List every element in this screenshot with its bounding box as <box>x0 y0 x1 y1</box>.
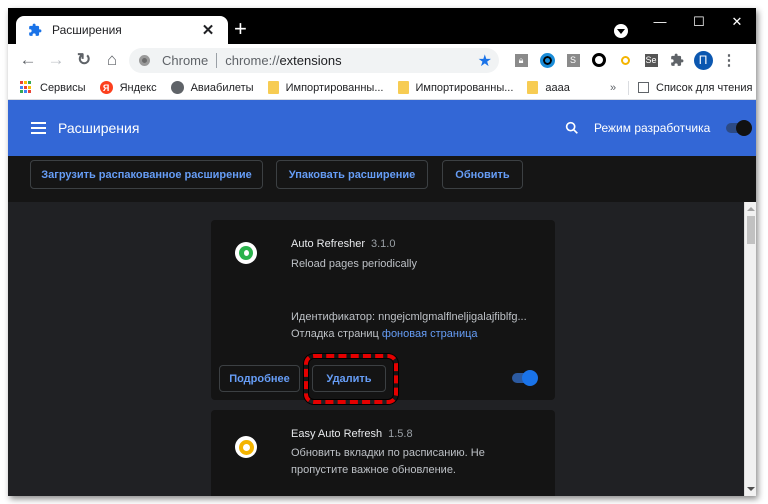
omnibox-scheme: chrome:// <box>225 53 280 68</box>
bookmark-star-icon[interactable]: ★ <box>478 51 492 71</box>
menu-button[interactable]: ⋮ <box>716 44 742 76</box>
omnibox-path: extensions <box>279 53 342 68</box>
minimize-button[interactable]: — <box>645 12 675 32</box>
lock-icon[interactable]: 🔒︎ <box>508 44 534 76</box>
extensions-list: Auto Refresher 3.1.0 Reload pages periodi… <box>8 202 744 496</box>
folder-icon <box>397 81 409 94</box>
action-bar: Загрузить распакованное расширение Упако… <box>8 156 756 202</box>
search-icon[interactable] <box>564 120 580 136</box>
tab-title: Расширения <box>52 23 122 37</box>
extension-id: Идентификатор: nngejcmlgmalflneljigalajf… <box>291 311 527 323</box>
ring-icon[interactable] <box>586 44 612 76</box>
bookmark-label: аааа <box>545 81 570 94</box>
bookmark-label: Яндекс <box>119 81 157 94</box>
pack-extension-button[interactable]: Упаковать расширение <box>276 160 428 189</box>
extension-description: Обновить вкладки по расписанию. Не пропу… <box>291 447 485 476</box>
bookmark-label: Импортированны... <box>415 81 514 94</box>
apps-icon <box>20 81 33 94</box>
bookmark-label: Авиабилеты <box>190 81 254 94</box>
address-bar[interactable]: Chrome chrome://extensions ★ <box>129 48 499 73</box>
new-tab-button[interactable]: + <box>234 18 247 40</box>
yellow-ring-icon[interactable] <box>612 44 638 76</box>
puzzle-icon <box>29 23 42 36</box>
forward-button[interactable]: → <box>42 46 70 74</box>
extension-version: 3.1.0 <box>370 238 396 250</box>
easy-auto-refresh-logo-icon <box>235 436 257 458</box>
scrollbar-thumb[interactable] <box>747 216 755 244</box>
extension-icons: 🔒︎ S Se П ⋮ <box>508 44 742 76</box>
extension-name: Easy Auto Refresh 1.5.8 <box>291 428 413 440</box>
developer-mode-label: Режим разработчика <box>594 121 711 135</box>
extension-card-auto-refresher: Auto Refresher 3.1.0 Reload pages periodi… <box>211 220 555 404</box>
bookmark-folder-aaaa[interactable]: аааа <box>527 81 570 94</box>
extensions-puzzle-icon[interactable] <box>664 44 690 76</box>
bookmark-folder-imported-1[interactable]: Импортированны... <box>267 81 384 94</box>
details-button[interactable]: Подробнее <box>219 365 300 392</box>
tab-close-icon[interactable]: ✕ <box>198 21 218 39</box>
tab-search-icon[interactable] <box>614 24 628 38</box>
bookmark-label: Импортированны... <box>285 81 384 94</box>
extension-card-easy-auto-refresh: Easy Auto Refresh 1.5.8 Обновить вкладки … <box>211 410 555 496</box>
highlight-annotation <box>304 354 398 404</box>
globe-icon <box>170 81 184 94</box>
page-title: Расширения <box>58 120 140 136</box>
profile-avatar[interactable]: П <box>690 44 716 76</box>
browser-toolbar: ← → ↻ ⌂ Chrome chrome://extensions ★ 🔒︎ … <box>8 44 756 76</box>
scroll-up-icon[interactable] <box>747 207 755 211</box>
s-icon[interactable]: S <box>560 44 586 76</box>
bookmark-label: Сервисы <box>40 81 86 94</box>
reading-list-button[interactable]: Список для чтения <box>638 82 752 94</box>
bookmarks-bar: Сервисы Я Яндекс Авиабилеты Импортирован… <box>8 76 756 100</box>
folder-icon <box>267 81 279 94</box>
yandex-icon: Я <box>99 81 113 94</box>
inspect-views: Отладка страниц фоновая страница <box>291 328 478 340</box>
vertical-scrollbar[interactable] <box>744 202 756 496</box>
menu-icon[interactable] <box>31 122 46 134</box>
maximize-button[interactable]: ☐ <box>684 12 714 32</box>
reading-list-icon <box>638 82 649 93</box>
scroll-down-icon[interactable] <box>747 487 755 491</box>
clock-icon[interactable] <box>534 44 560 76</box>
bookmark-avia[interactable]: Авиабилеты <box>170 81 254 94</box>
omnibox-label: Chrome <box>162 53 209 68</box>
bookmarks-overflow-button[interactable]: » <box>610 82 616 94</box>
reading-list-label: Список для чтения <box>656 81 753 94</box>
update-button[interactable]: Обновить <box>442 160 523 189</box>
background-page-link[interactable]: фоновая страница <box>382 328 478 340</box>
extension-version: 1.5.8 <box>388 428 413 440</box>
extensions-header: Расширения Режим разработчика <box>8 100 756 156</box>
reload-button[interactable]: ↻ <box>70 46 98 74</box>
home-button[interactable]: ⌂ <box>98 46 126 74</box>
close-window-button[interactable]: ✕ <box>722 12 752 32</box>
bookmarks-divider <box>628 81 629 95</box>
back-button[interactable]: ← <box>14 46 42 74</box>
load-unpacked-button[interactable]: Загрузить распакованное расширение <box>30 160 263 189</box>
extension-enable-toggle[interactable] <box>510 370 540 386</box>
bookmark-services[interactable]: Сервисы <box>20 81 86 94</box>
tab-extensions[interactable]: Расширения ✕ <box>16 16 228 44</box>
browser-window: Расширения ✕ + — ☐ ✕ ← → ↻ ⌂ Chrome chro… <box>8 8 756 496</box>
chrome-icon <box>139 55 150 66</box>
selenium-icon[interactable]: Se <box>638 44 664 76</box>
extension-description: Reload pages periodically <box>291 258 417 270</box>
folder-icon <box>527 81 539 94</box>
auto-refresher-logo-icon <box>235 242 257 264</box>
bookmark-folder-imported-2[interactable]: Импортированны... <box>397 81 514 94</box>
tab-strip: Расширения ✕ + — ☐ ✕ <box>8 8 756 44</box>
extension-name: Auto Refresher 3.1.0 <box>291 238 396 250</box>
omnibox-separator <box>216 53 218 68</box>
bookmark-yandex[interactable]: Я Яндекс <box>99 81 157 94</box>
developer-mode-toggle[interactable] <box>724 120 754 136</box>
